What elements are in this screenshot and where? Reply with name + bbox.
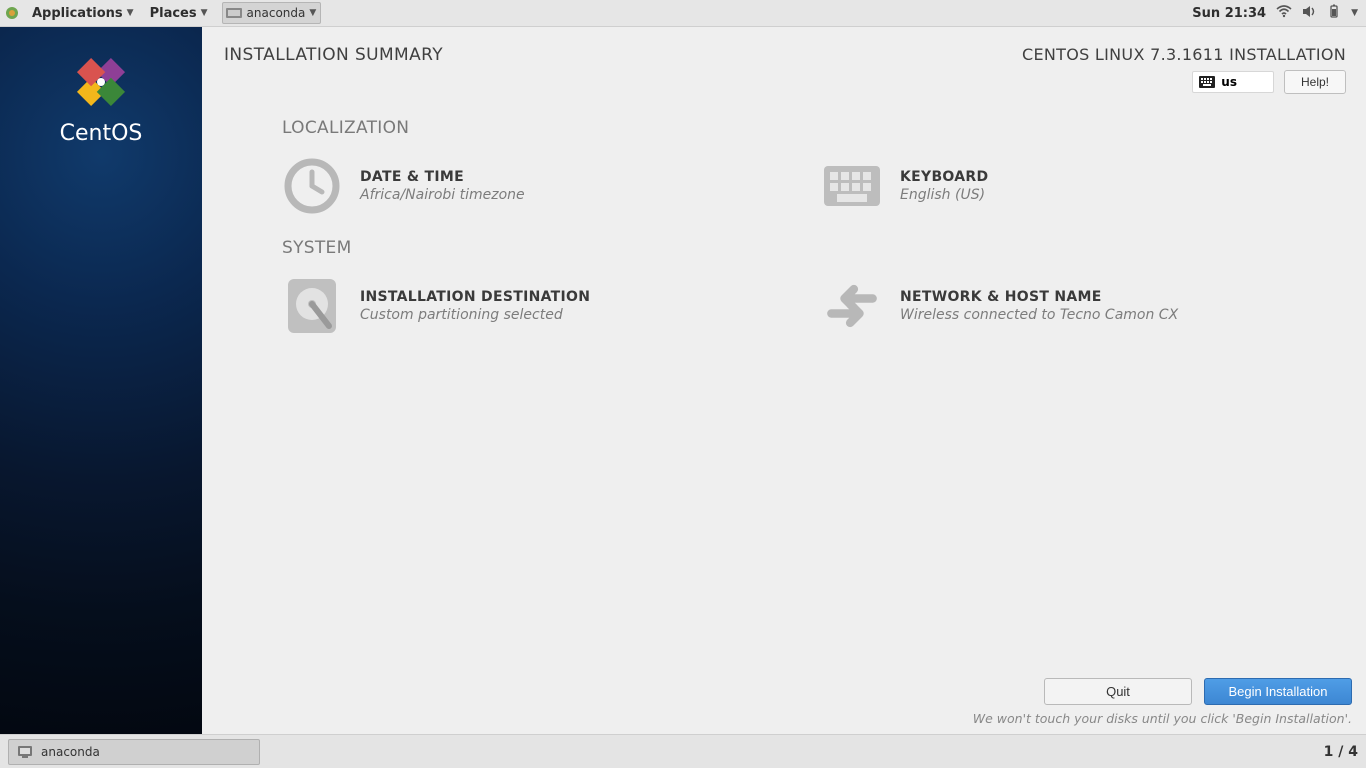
places-menu[interactable]: Places ▼: [142, 0, 216, 26]
spoke-datetime[interactable]: DATE & TIME Africa/Nairobi timezone: [282, 152, 762, 220]
battery-icon[interactable]: [1327, 4, 1341, 22]
sidebar-distro-label: CentOS: [60, 121, 143, 146]
wifi-icon[interactable]: [1276, 5, 1292, 22]
chevron-down-icon: ▼: [309, 8, 316, 18]
spoke-title: INSTALLATION DESTINATION: [360, 289, 590, 305]
spoke-status: Wireless connected to Tecno Camon CX: [900, 307, 1178, 323]
taskbar-label: anaconda: [41, 745, 100, 759]
chevron-down-icon: ▼: [201, 8, 208, 18]
clock-icon: [282, 156, 342, 216]
app-icon: [225, 5, 243, 21]
places-menu-label: Places: [150, 6, 197, 21]
installer-header: INSTALLATION SUMMARY CENTOS LINUX 7.3.16…: [202, 27, 1366, 100]
spoke-network[interactable]: NETWORK & HOST NAME Wireless connected t…: [822, 272, 1302, 340]
network-icon: [822, 276, 882, 336]
product-title: CENTOS LINUX 7.3.1611 INSTALLATION: [1022, 45, 1346, 64]
spoke-status: Custom partitioning selected: [360, 307, 590, 323]
spoke-title: NETWORK & HOST NAME: [900, 289, 1178, 305]
app-icon: [17, 745, 33, 759]
spoke-title: DATE & TIME: [360, 169, 525, 185]
anaconda-installer: CentOS INSTALLATION SUMMARY CENTOS LINUX…: [0, 27, 1366, 734]
begin-installation-button[interactable]: Begin Installation: [1204, 678, 1352, 705]
spoke-keyboard[interactable]: KEYBOARD English (US): [822, 152, 1302, 220]
volume-icon[interactable]: [1302, 5, 1317, 22]
top-panel-task-anaconda[interactable]: anaconda ▼: [222, 2, 322, 24]
spoke-installation-destination[interactable]: INSTALLATION DESTINATION Custom partitio…: [282, 272, 762, 340]
top-panel-status-area: Sun 21:34 ▼: [1192, 4, 1366, 22]
chevron-down-icon[interactable]: ▼: [1351, 8, 1358, 18]
kb-layout-label: us: [1221, 75, 1237, 89]
spoke-status: English (US): [900, 187, 988, 203]
taskbar-item-anaconda[interactable]: anaconda: [8, 739, 260, 765]
distro-logo-icon: [4, 5, 20, 21]
action-hint: We won't touch your disks until you clic…: [216, 711, 1352, 726]
action-bar: Quit Begin Installation We won't touch y…: [202, 666, 1366, 734]
gnome-bottom-panel: anaconda 1 / 4: [0, 734, 1366, 768]
centos-logo-icon: [74, 55, 128, 113]
workspace-indicator[interactable]: 1 / 4: [1324, 744, 1358, 760]
spoke-title: KEYBOARD: [900, 169, 988, 185]
page-title: INSTALLATION SUMMARY: [224, 45, 443, 65]
category-system: SYSTEM: [282, 238, 1306, 258]
help-button[interactable]: Help!: [1284, 70, 1346, 94]
installer-sidebar: CentOS: [0, 27, 202, 734]
quit-button[interactable]: Quit: [1044, 678, 1192, 705]
spokes-container: LOCALIZATION DATE & TIME Africa/Nairobi …: [202, 100, 1366, 348]
clock[interactable]: Sun 21:34: [1192, 6, 1266, 21]
keyboard-layout-indicator[interactable]: us: [1192, 71, 1274, 93]
gnome-top-panel: Applications ▼ Places ▼ anaconda ▼ Sun 2…: [0, 0, 1366, 27]
applications-menu[interactable]: Applications ▼: [24, 0, 142, 26]
category-localization: LOCALIZATION: [282, 118, 1306, 138]
top-task-label: anaconda: [247, 6, 306, 20]
chevron-down-icon: ▼: [127, 8, 134, 18]
keyboard-icon: [1199, 76, 1215, 88]
keyboard-icon: [822, 156, 882, 216]
applications-menu-label: Applications: [32, 6, 123, 21]
installer-main: INSTALLATION SUMMARY CENTOS LINUX 7.3.16…: [202, 27, 1366, 734]
spoke-status: Africa/Nairobi timezone: [360, 187, 525, 203]
harddisk-icon: [282, 276, 342, 336]
